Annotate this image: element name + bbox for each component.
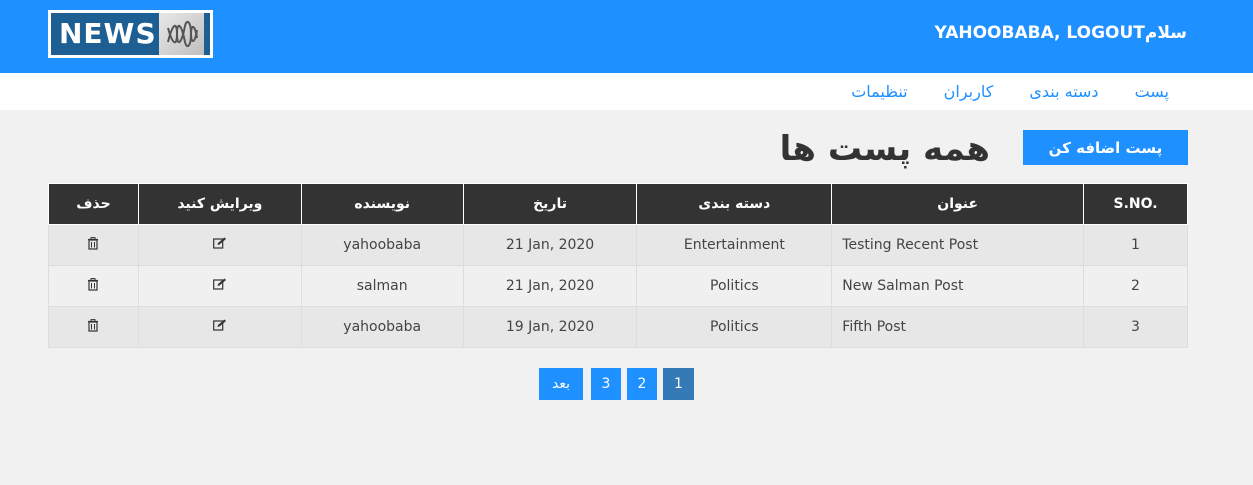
delete-cell[interactable] xyxy=(48,306,139,348)
delete-cell[interactable] xyxy=(48,224,139,266)
category-cell: Politics xyxy=(636,265,833,307)
title-cell: Fifth Post xyxy=(831,306,1085,348)
logo[interactable]: NEWS xyxy=(48,10,213,58)
menu-item-users[interactable]: کاربران xyxy=(944,73,994,110)
col-header-delete: حذف xyxy=(48,183,139,225)
sno-cell: 2 xyxy=(1083,265,1188,307)
col-header-date: تاریخ xyxy=(462,183,638,225)
edit-cell[interactable] xyxy=(137,265,302,307)
menu-bar: پست دسته بندی کاربران تنظیمات xyxy=(0,73,1253,110)
date-cell: 21 Jan, 2020 xyxy=(462,224,638,266)
table-row: salman 21 Jan, 2020 Politics New Salman … xyxy=(48,265,1188,307)
category-cell: Politics xyxy=(636,306,833,348)
title-cell: Testing Recent Post xyxy=(831,224,1085,266)
trash-icon[interactable] xyxy=(87,318,99,336)
date-cell: 21 Jan, 2020 xyxy=(462,265,638,307)
pagination-page-2[interactable]: 2 xyxy=(627,368,657,400)
table-row: yahoobaba 21 Jan, 2020 Entertainment Tes… xyxy=(48,224,1188,266)
author-cell: yahoobaba xyxy=(300,224,464,266)
edit-cell[interactable] xyxy=(137,306,302,348)
header: NEWS YAHOOBABA, LOGOUTسلام xyxy=(0,0,1253,73)
date-cell: 19 Jan, 2020 xyxy=(462,306,638,348)
author-cell: salman xyxy=(300,265,464,307)
col-header-edit: ویرایش کنید xyxy=(137,183,302,225)
pagination-page-1-active[interactable]: 1 xyxy=(663,368,694,400)
pagination-next-button[interactable]: بعد xyxy=(539,368,583,400)
logo-text: NEWS xyxy=(59,17,157,50)
col-header-category: دسته بندی xyxy=(636,183,833,225)
col-header-title: عنوان xyxy=(831,183,1085,225)
edit-icon[interactable] xyxy=(212,237,227,253)
pagination-page-3[interactable]: 3 xyxy=(591,368,621,400)
sno-cell: 3 xyxy=(1083,306,1188,348)
pagination: بعد 3 2 1 xyxy=(539,368,696,400)
user-logout-link[interactable]: YAHOOBABA, LOGOUTسلام xyxy=(935,20,1187,46)
edit-icon[interactable] xyxy=(212,319,227,335)
logo-inner: NEWS xyxy=(51,13,210,55)
author-cell: yahoobaba xyxy=(300,306,464,348)
posts-table: حذف ویرایش کنید نویسنده تاریخ دسته بندی … xyxy=(48,183,1188,348)
menu-item-categories[interactable]: دسته بندی xyxy=(1029,73,1098,110)
sno-cell: 1 xyxy=(1083,224,1188,266)
menu-item-posts[interactable]: پست xyxy=(1135,73,1169,110)
col-header-author: نویسنده xyxy=(300,183,464,225)
title-cell: New Salman Post xyxy=(831,265,1085,307)
abc-logo-icon xyxy=(159,13,204,55)
category-cell: Entertainment xyxy=(636,224,833,266)
col-header-sno: S.NO. xyxy=(1083,183,1188,225)
trash-icon[interactable] xyxy=(87,236,99,254)
trash-icon[interactable] xyxy=(87,277,99,295)
add-post-button[interactable]: پست اضافه کن xyxy=(1023,130,1188,165)
main-menu: پست دسته بندی کاربران تنظیمات xyxy=(851,73,1169,110)
table-row: yahoobaba 19 Jan, 2020 Politics Fifth Po… xyxy=(48,306,1188,348)
edit-cell[interactable] xyxy=(137,224,302,266)
delete-cell[interactable] xyxy=(48,265,139,307)
table-header-row: حذف ویرایش کنید نویسنده تاریخ دسته بندی … xyxy=(48,183,1188,225)
edit-icon[interactable] xyxy=(212,278,227,294)
page-title: همه پست ها xyxy=(779,129,990,169)
menu-item-settings[interactable]: تنظیمات xyxy=(851,73,907,110)
